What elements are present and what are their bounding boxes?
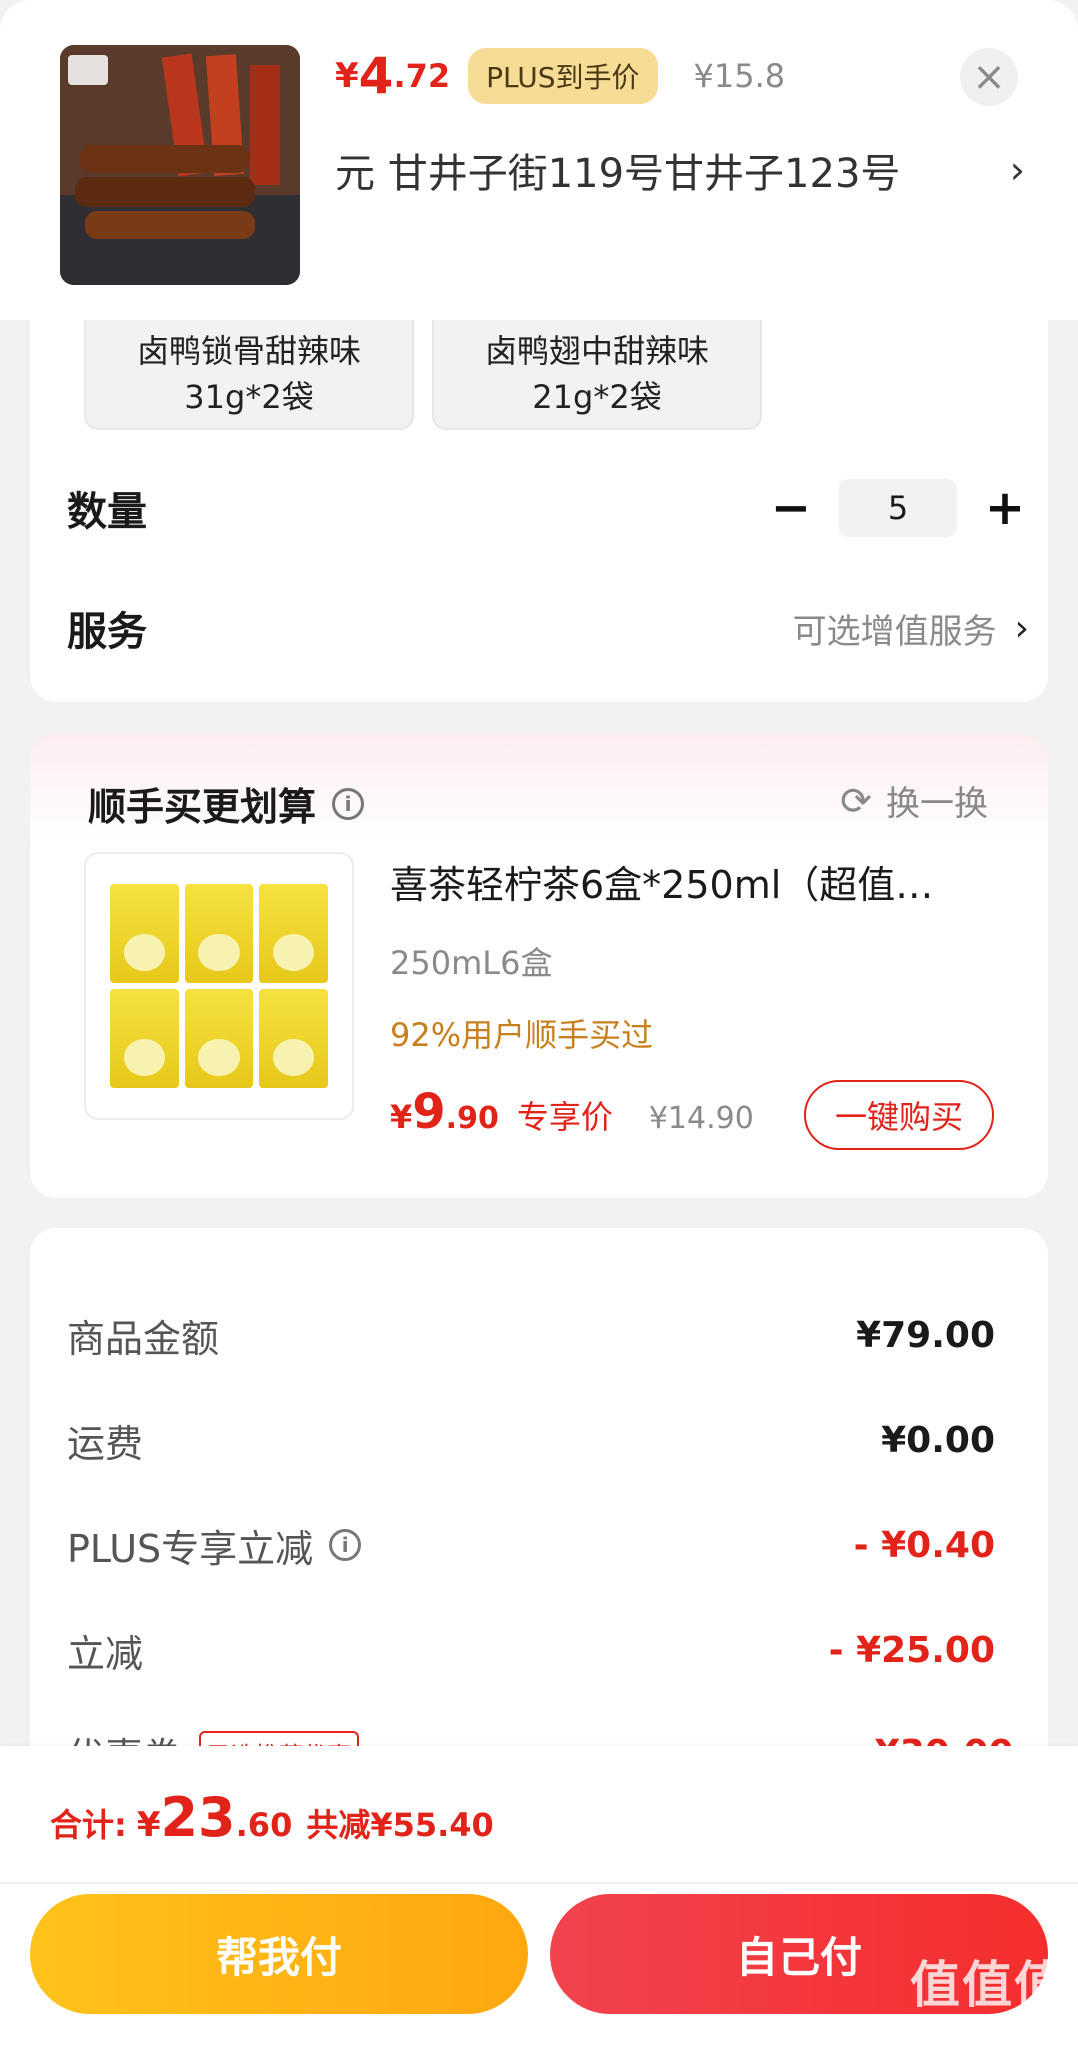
service-hint: 可选增值服务 bbox=[792, 611, 997, 652]
product-thumbnail bbox=[60, 45, 300, 285]
total-decimal: .60 bbox=[235, 1806, 293, 1844]
price-symbol: ¥ bbox=[335, 56, 359, 96]
watermark-url: zhizhizhi.com bbox=[927, 2017, 1049, 2038]
spec-option-weight: 21g*2袋 bbox=[532, 378, 662, 416]
product-pack-image bbox=[259, 884, 328, 983]
service-row[interactable]: 服务 可选增值服务 › bbox=[67, 593, 1029, 663]
product-pack-image bbox=[259, 989, 328, 1088]
swap-button[interactable]: ⟳ 换一换 bbox=[840, 776, 988, 825]
friend-pay-button[interactable]: 帮我付 bbox=[30, 1894, 528, 2014]
sku-price-row: ¥ 4 .72 PLUS到手价 ¥15.8 bbox=[335, 47, 786, 105]
summary-label: 商品金额 bbox=[67, 1316, 220, 1361]
summary-label: PLUS专享立减 i bbox=[67, 1518, 854, 1573]
quantity-row: 数量 − 5 + bbox=[67, 473, 1029, 543]
spec-option-weight: 31g*2袋 bbox=[184, 378, 314, 416]
upsell-card: 顺手买更划算 i ⟳ 换一换 喜茶轻柠茶6盒*250ml（超值… 250mL6盒… bbox=[30, 734, 1048, 1198]
watermark-logo: 值值值 bbox=[910, 1956, 1066, 2014]
upsell-title: 顺手买更划算 i bbox=[88, 776, 365, 831]
close-icon: × bbox=[972, 54, 1006, 100]
refresh-icon: ⟳ bbox=[840, 778, 872, 823]
price-decimal: .72 bbox=[393, 57, 451, 95]
upsell-product-spec: 250mL6盒 bbox=[390, 944, 553, 982]
total-row: 合计: ¥ 23 .60 共减¥55.40 bbox=[50, 1786, 494, 1849]
address-row[interactable]: 元 甘井子街119号甘井子123号 › bbox=[335, 140, 1025, 200]
product-pack-image bbox=[110, 884, 179, 983]
plus-price-badge: PLUS到手价 bbox=[468, 48, 658, 104]
upsell-product-title[interactable]: 喜茶轻柠茶6盒*250ml（超值… bbox=[390, 854, 1000, 909]
chevron-right-icon: › bbox=[1014, 607, 1029, 649]
summary-row-instant-discount: 立减 - ¥25.00 bbox=[67, 1620, 995, 1680]
upsell-title-text: 顺手买更划算 bbox=[88, 785, 317, 829]
decrease-button[interactable]: − bbox=[767, 480, 815, 536]
checkout-footer: 合计: ¥ 23 .60 共减¥55.40 帮我付 自己付 值值值 zhizhi… bbox=[0, 1746, 1078, 2048]
info-icon[interactable]: i bbox=[332, 787, 365, 820]
summary-row-subtotal: 商品金额 ¥79.00 bbox=[67, 1305, 995, 1365]
total-symbol: ¥ bbox=[136, 1805, 161, 1845]
quantity-input[interactable]: 5 bbox=[839, 479, 957, 537]
sku-header: ¥ 4 .72 PLUS到手价 ¥15.8 × 元 甘井子街119号甘井子123… bbox=[0, 0, 1078, 320]
summary-value: - ¥25.00 bbox=[828, 1629, 995, 1671]
spec-option-name: 卤鸭锁骨甜辣味 bbox=[136, 332, 361, 370]
upsell-social-proof: 92%用户顺手买过 bbox=[390, 1016, 654, 1054]
divider bbox=[0, 1882, 1078, 1884]
product-pack-image bbox=[184, 884, 254, 983]
upsell-price-row: ¥ 9 .90 专享价 ¥14.90 bbox=[390, 1084, 754, 1140]
summary-label: 运费 bbox=[67, 1421, 144, 1466]
price-decimal: .90 bbox=[445, 1101, 499, 1136]
quantity-label: 数量 bbox=[67, 489, 147, 535]
total-saving: 共减¥55.40 bbox=[306, 1806, 494, 1844]
spec-option-1[interactable]: 卤鸭锁骨甜辣味 31g*2袋 bbox=[84, 320, 414, 430]
service-label: 服务 bbox=[67, 609, 147, 655]
total-integer: 23 bbox=[160, 1786, 236, 1849]
spec-option-name: 卤鸭翅中甜辣味 bbox=[484, 332, 709, 370]
summary-value: ¥0.00 bbox=[881, 1419, 995, 1461]
summary-value: - ¥0.40 bbox=[853, 1524, 995, 1566]
original-price: ¥15.8 bbox=[693, 57, 786, 95]
product-pack-image bbox=[110, 989, 179, 1088]
summary-label: 立减 bbox=[67, 1631, 144, 1676]
price-integer: 4 bbox=[358, 47, 394, 105]
price-summary-card: 商品金额 ¥79.00 运费 ¥0.00 PLUS专享立减 i - ¥0.40 … bbox=[30, 1228, 1048, 1779]
quantity-stepper: − 5 + bbox=[767, 479, 1029, 537]
spec-card: 卤鸭锁骨甜辣味 31g*2袋 卤鸭翅中甜辣味 21g*2袋 数量 − 5 + 服… bbox=[30, 320, 1048, 702]
info-icon[interactable]: i bbox=[329, 1529, 362, 1561]
summary-value: ¥79.00 bbox=[856, 1314, 995, 1356]
product-pack-image bbox=[184, 989, 254, 1088]
one-click-buy-button[interactable]: 一键购买 bbox=[804, 1080, 994, 1150]
chevron-right-icon: › bbox=[1009, 148, 1025, 192]
spec-option-2[interactable]: 卤鸭翅中甜辣味 21g*2袋 bbox=[432, 320, 762, 430]
price-integer: 9 bbox=[412, 1084, 446, 1140]
swap-label: 换一换 bbox=[886, 784, 988, 824]
increase-button[interactable]: + bbox=[981, 480, 1029, 536]
summary-label-text: PLUS专享立减 bbox=[67, 1526, 314, 1571]
checkout-sheet: ¥ 4 .72 PLUS到手价 ¥15.8 × 元 甘井子街119号甘井子123… bbox=[0, 0, 1078, 2048]
summary-row-plus-discount: PLUS专享立减 i - ¥0.40 bbox=[67, 1515, 995, 1575]
watermark: 值值值 zhizhizhi.com bbox=[910, 1945, 1066, 2038]
price-symbol: ¥ bbox=[390, 1098, 413, 1136]
original-price: ¥14.90 bbox=[648, 1101, 754, 1136]
total-label: 合计: bbox=[50, 1806, 127, 1844]
address-text: 元 甘井子街119号甘井子123号 bbox=[335, 151, 901, 197]
close-button[interactable]: × bbox=[960, 48, 1018, 106]
exclusive-price-tag: 专享价 bbox=[516, 1098, 613, 1136]
summary-row-shipping: 运费 ¥0.00 bbox=[67, 1410, 995, 1470]
upsell-product-image[interactable] bbox=[84, 852, 354, 1120]
